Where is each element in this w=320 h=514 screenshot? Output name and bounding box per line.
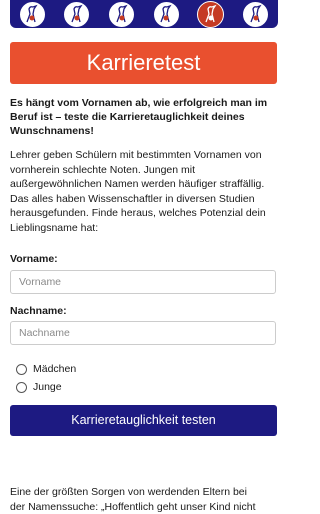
radio-label: Junge (33, 381, 62, 393)
lastname-label: Nachname: (10, 305, 67, 317)
gender-option-maedchen[interactable]: Mädchen (16, 363, 76, 375)
gender-option-junge[interactable]: Junge (16, 381, 62, 393)
karrieretest-banner: Karrieretest (10, 42, 277, 84)
article-line: Eine der größten Sorgen von werdenden El… (10, 485, 300, 500)
firstname-label: Vorname: (10, 253, 58, 265)
stork-icon-selected[interactable] (197, 1, 224, 28)
intro-text: Lehrer geben Schülern mit bestimmten Vor… (10, 148, 278, 235)
stork-icon[interactable] (19, 1, 46, 28)
name-category-icon-strip (10, 0, 278, 28)
lastname-input[interactable] (10, 321, 276, 345)
stork-icon[interactable] (108, 1, 135, 28)
radio-label: Mädchen (33, 363, 76, 375)
stork-icon[interactable] (63, 1, 90, 28)
stork-icon[interactable] (242, 1, 269, 28)
radio-button[interactable] (16, 364, 27, 375)
article-text: Eine der größten Sorgen von werdenden El… (10, 485, 300, 514)
stork-icon[interactable] (153, 1, 180, 28)
radio-button[interactable] (16, 382, 27, 393)
firstname-input[interactable] (10, 270, 276, 294)
lead-text: Es hängt vom Vornamen ab, wie erfolgreic… (10, 96, 278, 138)
test-submit-button[interactable]: Karrieretauglichkeit testen (10, 405, 277, 436)
